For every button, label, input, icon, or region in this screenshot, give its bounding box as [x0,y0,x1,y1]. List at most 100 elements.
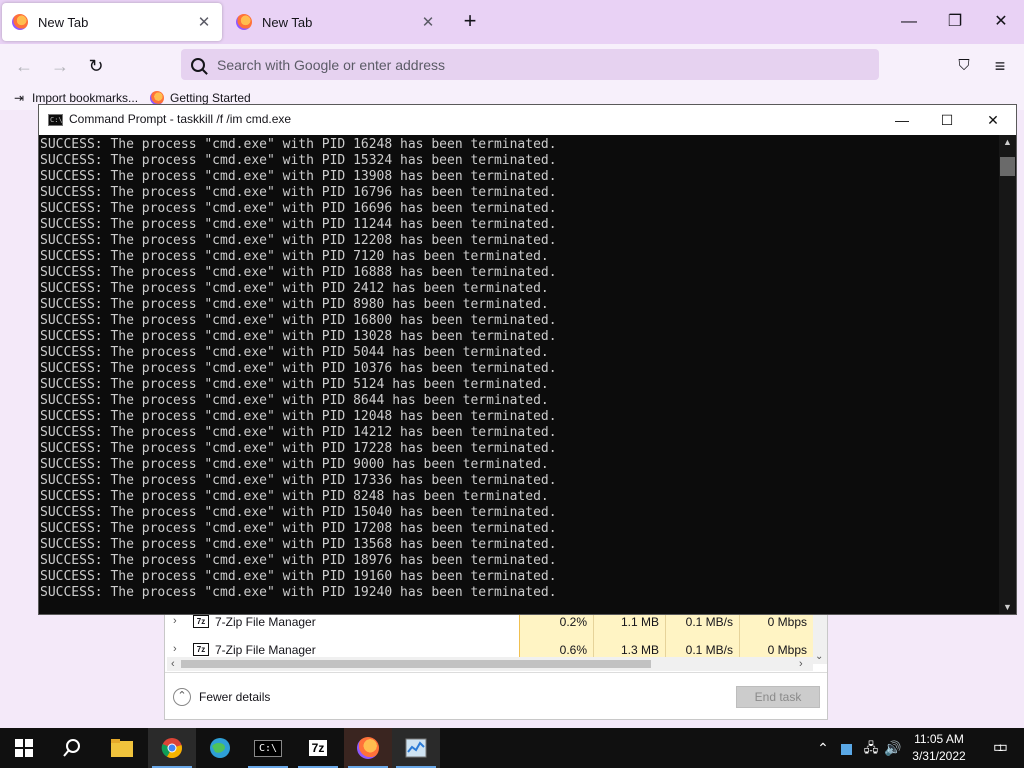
network-icon[interactable]: 🖧 [860,728,882,768]
chrome-icon [161,738,182,759]
scroll-left-icon[interactable]: ‹ [171,657,175,671]
expand-chevron-icon[interactable]: › [173,615,183,627]
console-output[interactable]: SUCCESS: The process "cmd.exe" with PID … [40,137,998,613]
console-line: SUCCESS: The process "cmd.exe" with PID … [40,153,557,168]
notification-center-icon[interactable]: ▭1 [980,728,1016,768]
globe-icon [210,738,230,758]
process-name: 7-Zip File Manager [215,615,316,629]
scroll-thumb[interactable] [181,660,651,668]
console-line: SUCCESS: The process "cmd.exe" with PID … [40,249,549,264]
cpu-value: 0.6% [519,636,593,657]
windows-logo-icon [15,739,33,757]
console-line: SUCCESS: The process "cmd.exe" with PID … [40,585,557,600]
import-icon: ⇥ [13,91,25,105]
console-line: SUCCESS: The process "cmd.exe" with PID … [40,457,549,472]
console-scrollbar[interactable]: ▲ ▼ [999,135,1016,614]
pocket-icon[interactable]: ⛉ [950,52,978,80]
show-hidden-icons-chevron-icon[interactable]: ⌃ [812,728,834,768]
system-clock[interactable]: 11:05 AM 3/31/2022 [903,731,975,765]
firefox-button[interactable] [344,728,392,768]
command-prompt-button[interactable]: C:\ [244,728,292,768]
console-line: SUCCESS: The process "cmd.exe" with PID … [40,201,557,216]
expand-chevron-icon[interactable]: › [173,643,183,655]
fewer-details-link[interactable]: ⌃ Fewer details [173,688,270,706]
scroll-up-icon[interactable]: ▲ [999,137,1016,147]
task-manager-footer: ⌃ Fewer details End task [165,672,827,719]
file-explorer-button[interactable] [98,728,146,768]
bookmark-label: Getting Started [170,91,251,105]
firefox-tab-strip: New Tab ✕ New Tab ✕ + — ❐ ✕ [0,0,1024,44]
console-line: SUCCESS: The process "cmd.exe" with PID … [40,185,557,200]
firefox-icon [357,737,379,759]
cmd-app-icon: C:\ [48,114,63,126]
firefox-icon [150,91,164,105]
console-line: SUCCESS: The process "cmd.exe" with PID … [40,425,557,440]
restore-icon[interactable]: ❐ [940,8,970,36]
console-line: SUCCESS: The process "cmd.exe" with PID … [40,281,549,296]
chrome-button[interactable] [148,728,196,768]
network-value: 0 Mbps [739,636,813,657]
clock-date: 3/31/2022 [912,749,966,763]
windows-taskbar: C:\ 7z ⌃ 🖧 🔊 11:05 AM 3/31/2022 ▭1 [0,728,1024,768]
close-tab-icon[interactable]: ✕ [416,13,440,31]
reload-icon[interactable]: ↻ [82,52,110,80]
close-tab-icon[interactable]: ✕ [192,13,216,31]
address-bar[interactable] [181,49,879,80]
console-line: SUCCESS: The process "cmd.exe" with PID … [40,489,549,504]
maximize-icon[interactable]: ☐ [924,105,970,135]
console-line: SUCCESS: The process "cmd.exe" with PID … [40,217,557,232]
window-title: Command Prompt - taskkill /f /im cmd.exe [69,112,292,126]
cmd-titlebar[interactable]: C:\ Command Prompt - taskkill /f /im cmd… [39,105,1016,135]
forward-arrow-icon[interactable]: → [46,52,74,80]
start-button[interactable] [0,728,48,768]
search-icon [191,57,205,72]
clock-time: 11:05 AM [914,732,964,746]
console-line: SUCCESS: The process "cmd.exe" with PID … [40,377,549,392]
minimize-icon[interactable]: — [894,8,924,36]
console-line: SUCCESS: The process "cmd.exe" with PID … [40,265,557,280]
process-row[interactable]: › 7z 7-Zip File Manager 0.6% 1.3 MB 0.1 … [165,636,827,657]
minimize-icon[interactable]: — [879,105,925,135]
console-line: SUCCESS: The process "cmd.exe" with PID … [40,313,557,328]
horizontal-scrollbar[interactable]: ‹ › [167,657,813,671]
search-button[interactable] [48,728,96,768]
console-line: SUCCESS: The process "cmd.exe" with PID … [40,393,549,408]
console-line: SUCCESS: The process "cmd.exe" with PID … [40,569,557,584]
console-line: SUCCESS: The process "cmd.exe" with PID … [40,409,557,424]
bookmark-getting-started[interactable]: Getting Started [150,91,251,105]
edge-button[interactable] [196,728,244,768]
7zip-app-icon: 7z [193,643,209,656]
close-icon[interactable]: ✕ [970,105,1016,135]
address-input[interactable] [217,56,817,73]
volume-icon[interactable]: 🔊 [882,728,904,768]
back-arrow-icon[interactable]: ← [10,52,38,80]
7zip-button[interactable]: 7z [294,728,342,768]
task-manager-icon [405,738,427,758]
close-window-icon[interactable]: ✕ [986,8,1016,36]
task-manager-button[interactable] [392,728,440,768]
tab-new-tab-2[interactable]: New Tab ✕ [226,3,446,41]
console-line: SUCCESS: The process "cmd.exe" with PID … [40,297,549,312]
console-line: SUCCESS: The process "cmd.exe" with PID … [40,233,557,248]
scroll-down-icon[interactable]: ▼ [999,602,1016,612]
fewer-details-label: Fewer details [199,690,271,704]
console-line: SUCCESS: The process "cmd.exe" with PID … [40,521,557,536]
console-line: SUCCESS: The process "cmd.exe" with PID … [40,137,557,152]
scroll-right-icon[interactable]: › [799,657,803,671]
tab-new-tab-1[interactable]: New Tab ✕ [2,3,222,41]
console-line: SUCCESS: The process "cmd.exe" with PID … [40,361,557,376]
scroll-down-icon[interactable]: ⌄ [815,651,823,662]
tray-app-icon[interactable] [836,728,856,768]
bookmark-import[interactable]: ⇥ Import bookmarks... [12,91,138,105]
task-manager-window: › 7z 7-Zip File Manager 0.2% 1.1 MB 0.1 … [164,605,828,720]
7zip-app-icon: 7z [308,740,328,756]
console-line: SUCCESS: The process "cmd.exe" with PID … [40,537,557,552]
notification-count: 1 [998,743,1004,753]
menu-hamburger-icon[interactable]: ≡ [986,52,1014,80]
new-tab-button[interactable]: + [458,9,482,35]
tab-title: New Tab [38,14,89,30]
console-line: SUCCESS: The process "cmd.exe" with PID … [40,329,557,344]
end-task-button[interactable]: End task [736,686,820,708]
scroll-thumb[interactable] [1000,157,1015,176]
command-prompt-window: C:\ Command Prompt - taskkill /f /im cmd… [38,104,1017,615]
